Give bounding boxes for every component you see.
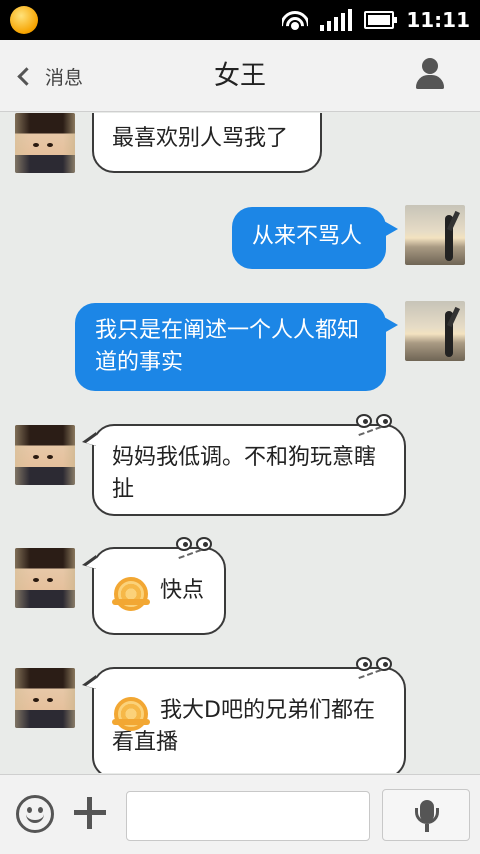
input-bar: [0, 774, 480, 854]
message-text: 我大D吧的兄弟们都在看直播: [112, 698, 375, 755]
outgoing-message[interactable]: 我只是在阐述一个人人都知道的事实: [75, 303, 398, 391]
contact-avatar[interactable]: [15, 668, 75, 728]
outgoing-message[interactable]: 从来不骂人: [232, 207, 398, 269]
emoji-smile-icon[interactable]: [16, 795, 54, 833]
battery-icon: [364, 11, 398, 29]
incoming-message[interactable]: 妈妈我低调。不和狗玩意瞎扯: [82, 414, 406, 516]
message-text: 最喜欢别人骂我了: [112, 126, 289, 151]
chat-header: 消息 女王: [0, 40, 480, 112]
bubble-eyes-decoration: [176, 537, 212, 560]
message-text: 我只是在阐述一个人人都知道的事实: [95, 318, 360, 375]
my-avatar[interactable]: [405, 205, 465, 265]
contact-avatar[interactable]: [15, 113, 75, 173]
snail-emoji: [112, 577, 150, 611]
wifi-icon: [282, 9, 309, 31]
signal-icon: [320, 9, 353, 31]
incoming-message[interactable]: 最喜欢别人骂我了: [92, 113, 322, 173]
voice-button[interactable]: [382, 789, 470, 841]
status-time: 11:11: [406, 8, 470, 32]
bubble-eyes-decoration: [356, 657, 392, 680]
contact-avatar[interactable]: [15, 425, 75, 485]
message-text: 妈妈我低调。不和狗玩意瞎扯: [112, 445, 377, 502]
message-text: 快点: [160, 578, 205, 603]
contact-person-icon[interactable]: [414, 58, 446, 90]
bubble-eyes-decoration: [356, 414, 392, 437]
my-avatar[interactable]: [405, 301, 465, 361]
status-icons: 11:11: [282, 0, 470, 40]
status-bar: 11:11: [0, 0, 480, 40]
snail-emoji: [112, 697, 150, 731]
message-text: 从来不骂人: [252, 224, 363, 249]
incoming-message[interactable]: 我大D吧的兄弟们都在看直播: [82, 657, 406, 773]
notification-icon: [10, 6, 38, 34]
contact-avatar[interactable]: [15, 548, 75, 608]
plus-icon[interactable]: [74, 797, 106, 829]
chat-title: 女王: [213, 61, 266, 91]
message-input[interactable]: [126, 791, 370, 841]
incoming-message[interactable]: 快点: [82, 537, 226, 635]
message-list[interactable]: 最喜欢别人骂我了 从来不骂人 我只是在阐述一个人人都知道的事实 妈妈我低调。不和…: [0, 113, 480, 773]
